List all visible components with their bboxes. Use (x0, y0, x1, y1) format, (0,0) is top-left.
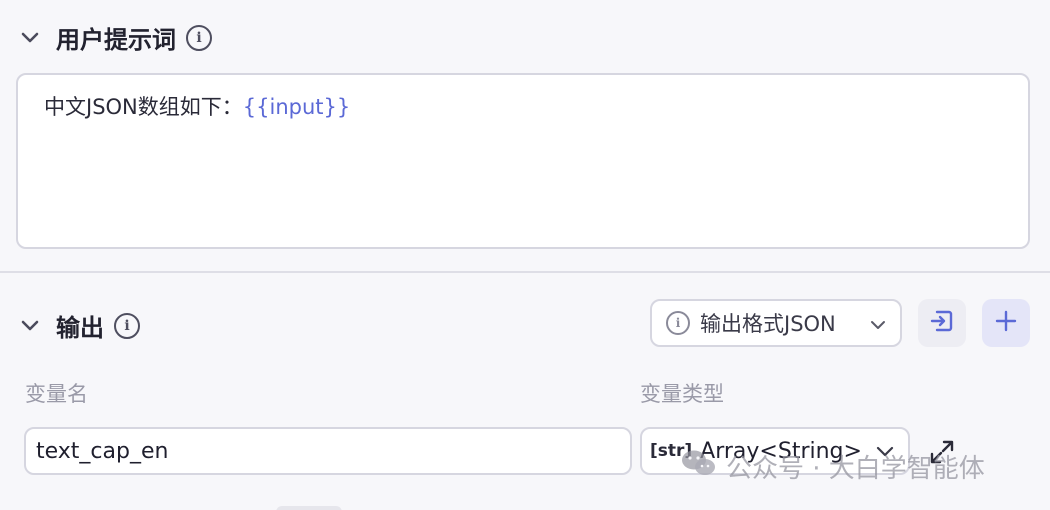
expand-icon[interactable] (928, 438, 956, 466)
variable-type-value: Array<String> (700, 438, 862, 464)
output-section-header[interactable]: 输出 i (18, 308, 140, 343)
import-icon (929, 308, 955, 338)
variable-type-select[interactable]: [str] Array<String> (640, 427, 910, 475)
import-button[interactable] (918, 299, 966, 347)
output-format-select[interactable]: i 输出格式JSON (650, 299, 902, 347)
prompt-section-header[interactable]: 用户提示词 i (18, 20, 212, 55)
variable-name-column-label: 变量名 (25, 382, 88, 406)
section-divider (0, 271, 1050, 273)
variable-name-value: text_cap_en (36, 438, 169, 464)
section-title: 用户提示词 (56, 26, 176, 54)
info-icon: i (666, 311, 690, 335)
chevron-down-icon[interactable] (18, 314, 42, 338)
section-title: 输出 (56, 314, 104, 342)
chevron-down-icon (876, 439, 894, 464)
plus-icon (995, 310, 1017, 336)
variable-name-input[interactable]: text_cap_en (24, 427, 632, 475)
string-type-icon: [str] (650, 441, 693, 461)
prompt-text: 中文JSON数组如下： (44, 95, 243, 119)
prompt-variable: {{input}} (242, 95, 351, 119)
chevron-down-icon[interactable] (18, 26, 42, 50)
info-icon[interactable]: i (114, 312, 140, 339)
chevron-down-icon (870, 311, 886, 335)
output-format-label: 输出格式JSON (700, 312, 836, 336)
partial-element (276, 506, 342, 510)
add-output-button[interactable] (982, 299, 1030, 347)
variable-type-column-label: 变量类型 (640, 382, 724, 406)
info-icon[interactable]: i (186, 24, 212, 51)
user-prompt-editor[interactable]: 中文JSON数组如下：{{input}} (16, 73, 1030, 249)
